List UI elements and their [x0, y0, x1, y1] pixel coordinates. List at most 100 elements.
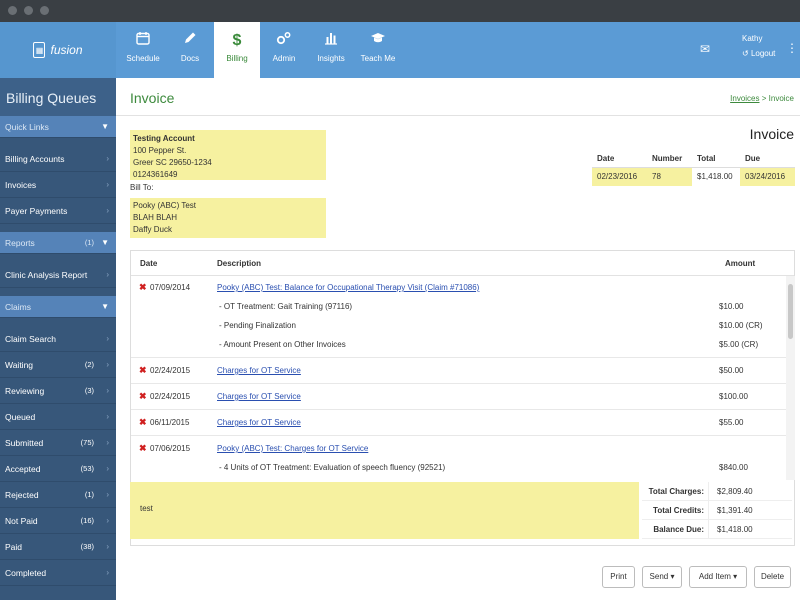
tab-billing[interactable]: $ Billing — [214, 22, 260, 78]
sidebar-item-submitted[interactable]: Submitted (75) › — [0, 430, 116, 456]
item-detail: - 4 Units of OT Treatment: Evaluation of… — [219, 463, 446, 472]
window-minimize-dot[interactable] — [24, 6, 33, 15]
invoice-number-field[interactable]: 78 — [647, 168, 692, 186]
tab-billing-label: Billing — [226, 54, 248, 63]
meta-header-total: Total — [692, 150, 740, 168]
tab-admin[interactable]: Admin — [261, 22, 307, 78]
chevron-right-icon: › — [106, 438, 109, 447]
sidebar-item-label: Rejected — [5, 490, 39, 500]
chevron-right-icon: › — [106, 490, 109, 499]
bar-chart-icon — [308, 30, 354, 52]
invoice-date-field[interactable]: 02/23/2016 — [592, 168, 647, 186]
sidebar-item-label: Claim Search — [5, 334, 57, 344]
table-row: ✖ 06/11/2015 Charges for OT Service $55.… — [131, 410, 794, 436]
from-address[interactable]: Testing Account 100 Pepper St. Greer SC … — [130, 130, 326, 180]
sidebar-item-clinic-analysis[interactable]: Clinic Analysis Report › — [0, 262, 116, 288]
item-amount: $100.00 — [719, 392, 748, 401]
items-scrollbar[interactable] — [786, 276, 795, 480]
chevron-right-icon: › — [106, 180, 109, 189]
invoice-notes[interactable]: test — [130, 482, 639, 539]
invoice-total: $1,418.00 — [697, 172, 733, 181]
scrollbar-thumb[interactable] — [788, 284, 793, 339]
from-phone: 0124361649 — [133, 170, 178, 179]
tab-insights[interactable]: Insights — [308, 22, 354, 78]
sidebar-item-paid[interactable]: Paid (38) › — [0, 534, 116, 560]
item-amount: $55.00 — [719, 418, 744, 427]
sidebar-item-queued[interactable]: Queued › — [0, 404, 116, 430]
sidebar-item-not-paid[interactable]: Not Paid (16) › — [0, 508, 116, 534]
sidebar-section-claims[interactable]: Claims ▼ — [0, 296, 116, 318]
sidebar-section-label: Quick Links — [5, 122, 49, 132]
queue-count: (2) — [84, 360, 94, 369]
sidebar-item-label: Waiting — [5, 360, 34, 370]
sidebar: Billing Queues Quick Links ▼ Billing Acc… — [0, 78, 116, 600]
chevron-down-icon: ▼ — [101, 122, 109, 131]
item-amount: $840.00 — [719, 463, 748, 472]
sidebar-item-accepted[interactable]: Accepted (53) › — [0, 456, 116, 482]
item-date: 07/06/2015 — [150, 444, 191, 453]
sidebar-section-quick-links[interactable]: Quick Links ▼ — [0, 116, 116, 138]
item-detail: - OT Treatment: Gait Training (97116) — [219, 302, 353, 311]
delete-row-icon[interactable]: ✖ — [139, 443, 147, 454]
meta-header-number: Number — [647, 150, 692, 168]
tab-docs-label: Docs — [180, 54, 200, 63]
sidebar-spacer — [0, 138, 116, 146]
item-description-link[interactable]: Pooky (ABC) Test: Charges for OT Service — [217, 444, 368, 453]
bill-to-address[interactable]: Pooky (ABC) Test BLAH BLAH Daffy Duck — [130, 198, 326, 238]
delete-row-icon[interactable]: ✖ — [139, 282, 147, 293]
logout-link[interactable]: ↺ Logout — [742, 49, 775, 58]
sidebar-item-payer-payments[interactable]: Payer Payments › — [0, 198, 116, 224]
tab-insights-label: Insights — [317, 54, 345, 63]
delete-button[interactable]: Delete — [754, 566, 791, 588]
from-city: Greer SC 29650-1234 — [133, 158, 212, 167]
bill-to-line: BLAH BLAH — [133, 213, 178, 222]
mail-icon[interactable]: ✉ — [700, 42, 710, 56]
sidebar-item-reviewing[interactable]: Reviewing (3) › — [0, 378, 116, 404]
add-item-button[interactable]: Add Item ▾ — [689, 566, 747, 588]
item-description-link[interactable]: Charges for OT Service — [217, 418, 301, 427]
sidebar-item-billing-accounts[interactable]: Billing Accounts › — [0, 146, 116, 172]
tab-teach-me[interactable]: Teach Me — [355, 22, 401, 78]
item-description-link[interactable]: Charges for OT Service — [217, 392, 301, 401]
total-charges-value: $2,809.40 — [708, 482, 792, 500]
queue-count: (1) — [84, 490, 94, 499]
delete-row-icon[interactable]: ✖ — [139, 365, 147, 376]
breadcrumb-invoices-link[interactable]: Invoices — [730, 94, 759, 103]
print-button[interactable]: Print — [602, 566, 635, 588]
chevron-right-icon: › — [106, 464, 109, 473]
delete-row-icon[interactable]: ✖ — [139, 391, 147, 402]
send-button[interactable]: Send ▾ — [642, 566, 682, 588]
tab-schedule-label: Schedule — [126, 54, 160, 63]
sidebar-item-rejected[interactable]: Rejected (1) › — [0, 482, 116, 508]
sidebar-spacer — [0, 288, 116, 296]
sidebar-item-label: Billing Accounts — [5, 154, 65, 164]
window-close-dot[interactable] — [8, 6, 17, 15]
invoice-due-field[interactable]: 03/24/2016 — [740, 168, 795, 186]
window-zoom-dot[interactable] — [40, 6, 49, 15]
item-description-link[interactable]: Pooky (ABC) Test: Balance for Occupation… — [217, 283, 479, 292]
items-header-description: Description — [217, 259, 262, 268]
sidebar-item-waiting[interactable]: Waiting (2) › — [0, 352, 116, 378]
sidebar-title: Billing Queues — [0, 78, 116, 116]
item-amount: $10.00 (CR) — [719, 321, 763, 330]
delete-row-icon[interactable]: ✖ — [139, 417, 147, 428]
sidebar-item-invoices[interactable]: Invoices › — [0, 172, 116, 198]
tab-docs[interactable]: Docs — [167, 22, 213, 78]
window-title-bar — [0, 0, 800, 22]
graduation-cap-icon — [355, 30, 401, 52]
fusion-logo[interactable]: ▦ fusion — [0, 22, 116, 78]
table-row: ✖ 02/24/2015 Charges for OT Service $50.… — [131, 358, 794, 384]
sidebar-item-label: Reviewing — [5, 386, 45, 396]
item-description-link[interactable]: Charges for OT Service — [217, 366, 301, 375]
sidebar-item-label: Queued — [5, 412, 36, 422]
sidebar-section-reports[interactable]: Reports (1) ▼ — [0, 232, 116, 254]
sidebar-item-claim-search[interactable]: Claim Search › — [0, 326, 116, 352]
page-title: Invoice — [130, 90, 175, 106]
user-name: Kathy — [742, 34, 763, 43]
sidebar-item-completed[interactable]: Completed › — [0, 560, 116, 586]
tab-schedule[interactable]: Schedule — [120, 22, 166, 78]
chevron-right-icon: › — [106, 412, 109, 421]
more-menu-icon[interactable]: ⋮ — [786, 41, 798, 55]
invoice-heading: Invoice — [749, 126, 794, 142]
balance-due-value: $1,418.00 — [708, 520, 792, 538]
